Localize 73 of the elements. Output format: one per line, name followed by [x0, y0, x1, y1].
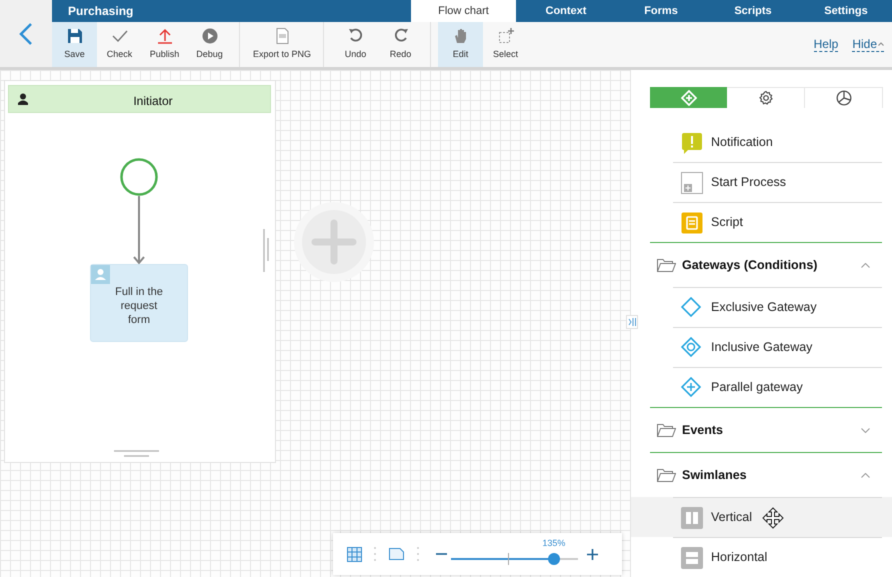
palette-item[interactable]: Start Process: [711, 173, 786, 192]
chevron-up-icon: [861, 262, 870, 268]
palette-item[interactable]: Script: [711, 213, 743, 232]
minus-icon: [436, 553, 447, 555]
person-icon: [17, 93, 29, 105]
toolbar-button[interactable]: Export to PNG: [241, 22, 323, 67]
settings-icon: [758, 90, 774, 106]
add-lane-icon: [294, 202, 374, 282]
zoom-reading: 135%: [542, 537, 566, 550]
toolbar-button[interactable]: Debug: [187, 22, 232, 67]
grid-icon[interactable]: [347, 546, 362, 562]
folder-icon: [657, 424, 676, 436]
lane-title: Initiator: [132, 93, 174, 110]
toolbar-button[interactable]: Redo: [378, 22, 423, 67]
debug-icon: [202, 28, 218, 44]
nav-tab[interactable]: Flow chart: [411, 0, 516, 22]
slider-thumb[interactable]: [548, 553, 560, 565]
zoom-in-button[interactable]: [587, 548, 599, 560]
palette-item[interactable]: Notification: [711, 133, 773, 152]
toolbar-button[interactable]: Check: [97, 22, 142, 67]
redo-icon: [392, 28, 408, 44]
diamond-plus-icon: [680, 90, 696, 106]
section-header[interactable]: Gateways (Conditions): [631, 243, 892, 287]
palette-item[interactable]: Vertical: [711, 508, 752, 527]
palette-item[interactable]: Parallel gateway: [711, 378, 803, 397]
palette-item[interactable]: Inclusive Gateway: [711, 338, 812, 357]
folder-icon: [657, 258, 676, 272]
export-icon: [274, 28, 290, 44]
chevron-down-icon: [861, 428, 870, 432]
caret-icon: [878, 42, 884, 46]
palette-tab[interactable]: [805, 87, 883, 108]
section-header[interactable]: Events: [631, 408, 892, 452]
toolbar-button[interactable]: Select: [483, 22, 528, 67]
toolbar-link[interactable]: Hide: [852, 38, 884, 52]
task-label: Full in the request form: [114, 285, 164, 327]
script-icon: [681, 212, 703, 234]
toolbar-button[interactable]: Undo: [333, 22, 378, 67]
undo-icon: [348, 28, 364, 44]
pie-chart-icon: [836, 90, 852, 106]
slider-tick: [508, 553, 509, 565]
notification-icon: [681, 132, 703, 154]
resize-handle-icon: [262, 229, 270, 272]
toolbar-button[interactable]: Save: [52, 22, 97, 67]
palette-item[interactable]: Horizontal: [711, 548, 768, 567]
toolbar-button[interactable]: Edit: [438, 22, 483, 67]
divider-dots-icon: [374, 547, 376, 561]
folder-icon: [657, 468, 676, 482]
diamond-icon: [681, 296, 703, 318]
publish-icon: [156, 28, 172, 44]
palette-tab[interactable]: [727, 87, 805, 108]
toolbar-link[interactable]: Help: [814, 38, 838, 52]
divider-dots-icon: [417, 547, 419, 561]
palette-item[interactable]: Exclusive Gateway: [711, 298, 817, 317]
user-task-icon: [91, 265, 110, 284]
edit-icon: [452, 28, 468, 44]
vertical-lanes-icon: [681, 506, 703, 528]
select-icon: [498, 28, 514, 44]
toolbar-button[interactable]: Publish: [142, 22, 187, 67]
resize-handle-icon: [114, 450, 159, 458]
save-icon: [66, 28, 82, 44]
back-icon: [19, 22, 33, 46]
start-event: [120, 158, 158, 196]
diamond-plus-icon: [681, 376, 703, 398]
plus-icon: [587, 548, 598, 560]
flow-arrow: [133, 196, 145, 265]
horizontal-lanes-icon: [681, 546, 703, 568]
section-header[interactable]: Swimlanes: [631, 453, 892, 497]
subprocess-icon: [681, 172, 703, 194]
chevron-up-icon: [861, 472, 870, 478]
move-cursor-icon: [762, 507, 784, 529]
page-size-icon[interactable]: [389, 548, 404, 560]
collapse-handle-icon[interactable]: [626, 315, 638, 329]
app-title: Purchasing: [68, 3, 134, 20]
